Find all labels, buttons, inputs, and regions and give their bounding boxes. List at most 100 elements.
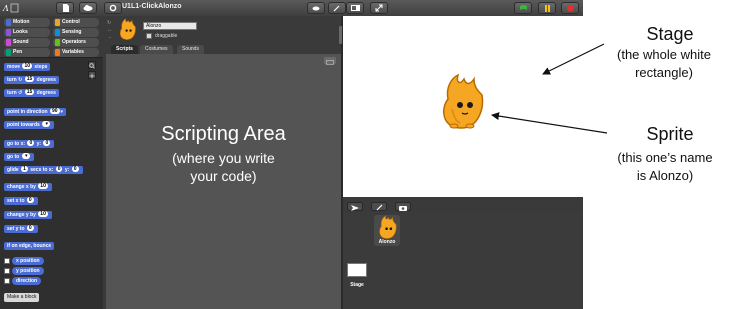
- block-turn-counterclockwise[interactable]: turn ↺ 15 degrees: [4, 89, 59, 97]
- operators-swatch: [55, 39, 60, 46]
- dropdown-arrow-icon: ▾: [60, 109, 64, 115]
- block-go-to-xy[interactable]: go to x: 0 y: 0: [4, 140, 55, 148]
- layout-icon: [350, 5, 360, 11]
- make-a-block-button[interactable]: Make a block: [4, 293, 40, 302]
- block-text: set x to: [7, 198, 25, 204]
- category-label: Sensing: [62, 29, 82, 35]
- degrees-input[interactable]: 15: [24, 76, 35, 82]
- reporter-direction[interactable]: direction: [12, 277, 42, 285]
- presentation-mode-button[interactable]: [370, 2, 388, 14]
- block-turn-clockwise[interactable]: turn ↻ 15 degrees: [4, 76, 59, 84]
- category-control[interactable]: Control: [53, 18, 99, 27]
- pause-button[interactable]: [538, 2, 556, 14]
- rotate-icon[interactable]: ↻: [107, 20, 113, 27]
- rotate-ccw-icon: ↺: [18, 90, 23, 96]
- target-dropdown[interactable]: ▾: [21, 153, 30, 159]
- x-input[interactable]: 10: [38, 183, 48, 189]
- steps-input[interactable]: 10: [22, 63, 33, 69]
- block-glide[interactable]: glide 1 secs to x: 0 y: 0: [4, 166, 83, 174]
- block-text: turn: [7, 90, 17, 96]
- flag-icon: [519, 0, 528, 17]
- cloud-icon: [312, 5, 320, 11]
- block-point-in-direction[interactable]: point in direction 90 ▾: [4, 108, 67, 116]
- file-menu-button[interactable]: [56, 2, 74, 14]
- alonzo-sprite[interactable]: [438, 73, 484, 129]
- annotation-sprite-note-1: (this one’s name: [617, 150, 713, 165]
- reporter-x-position[interactable]: x position: [12, 257, 44, 265]
- corral-stage-thumbnail[interactable]: [347, 263, 367, 277]
- category-motion[interactable]: Motion: [4, 18, 50, 27]
- annotation-sprite-title: Sprite: [646, 124, 694, 144]
- control-swatch: [55, 19, 60, 26]
- annotation-stage-note-2: rectangle): [635, 65, 693, 80]
- category-sound[interactable]: Sound: [4, 38, 50, 47]
- category-pen[interactable]: Pen: [4, 48, 50, 57]
- block-set-y[interactable]: set y to 0: [4, 225, 38, 233]
- draggable-checkbox[interactable]: [146, 33, 152, 39]
- y-input[interactable]: 10: [38, 211, 48, 217]
- direction-dropdown[interactable]: 90: [49, 108, 60, 114]
- y-input[interactable]: 0: [71, 166, 79, 172]
- camera-sprite-button[interactable]: [395, 202, 411, 211]
- tab-sounds[interactable]: Sounds: [177, 45, 204, 54]
- green-flag-button[interactable]: [514, 2, 532, 14]
- block-change-x[interactable]: change x by 10: [4, 183, 52, 191]
- tab-costumes[interactable]: Costumes: [140, 45, 173, 54]
- no-rotate-icon[interactable]: →: [107, 34, 113, 41]
- category-sensing[interactable]: Sensing: [53, 28, 99, 37]
- scripting-area[interactable]: Scripting Area (where you write your cod…: [106, 54, 341, 309]
- block-text: steps: [34, 64, 48, 70]
- block-if-on-edge-bounce[interactable]: if on edge, bounce: [4, 242, 55, 250]
- block-set-x[interactable]: set x to 0: [4, 197, 38, 205]
- block-text: point in direction: [7, 109, 48, 115]
- reporter-y-position[interactable]: y position: [12, 267, 44, 275]
- block-text: degrees: [36, 90, 56, 96]
- flip-icon[interactable]: ↔: [107, 27, 113, 34]
- block-text: if on edge, bounce: [7, 243, 52, 249]
- direction-checkbox[interactable]: [4, 278, 10, 284]
- snap-logo[interactable]: Λ: [2, 1, 20, 15]
- alonzo-icon: [443, 73, 484, 129]
- y-input[interactable]: 0: [26, 225, 34, 231]
- x-input[interactable]: 0: [26, 197, 34, 203]
- block-change-y[interactable]: change y by 10: [4, 211, 52, 219]
- secs-input[interactable]: 1: [21, 166, 28, 172]
- category-operators[interactable]: Operators: [53, 38, 99, 47]
- cloud-toggle-button[interactable]: [307, 2, 325, 14]
- stop-sign-icon: [566, 0, 574, 17]
- tab-scripts[interactable]: Scripts: [111, 45, 138, 54]
- scripting-area-subtitle-1: (where you write: [172, 150, 275, 166]
- block-text: change x by: [7, 184, 36, 190]
- x-position-checkbox[interactable]: [4, 258, 10, 264]
- paint-sprite-button[interactable]: [371, 202, 387, 211]
- sprite-name-field[interactable]: Alonzo: [143, 22, 197, 30]
- block-point-towards[interactable]: point towards ▾: [4, 121, 55, 129]
- svg-text:Λ: Λ: [2, 4, 9, 13]
- category-looks[interactable]: Looks: [4, 28, 50, 37]
- snap-editor: Λ U1L1-ClickAlonzo Motion Control Looks …: [0, 0, 583, 309]
- variables-swatch: [55, 49, 60, 56]
- stage[interactable]: [343, 16, 583, 197]
- category-label: Motion: [13, 19, 30, 25]
- add-turtle-button[interactable]: [347, 202, 363, 211]
- block-text: degrees: [36, 77, 56, 83]
- x-input[interactable]: 0: [27, 140, 35, 146]
- x-input[interactable]: 0: [55, 166, 63, 172]
- turbo-toggle-button[interactable]: [328, 2, 346, 14]
- pane-resize-handle[interactable]: [339, 26, 342, 44]
- target-dropdown[interactable]: ▾: [42, 121, 51, 127]
- y-input[interactable]: 0: [43, 140, 51, 146]
- cloud-menu-button[interactable]: [79, 2, 97, 14]
- sound-swatch: [6, 39, 11, 46]
- stop-button[interactable]: [561, 2, 579, 14]
- plus-icon: [89, 66, 95, 84]
- keyboard-entry-button[interactable]: [324, 57, 336, 65]
- degrees-input[interactable]: 15: [24, 89, 35, 95]
- add-block-button[interactable]: [88, 71, 96, 79]
- blocks-list: move 10 steps turn ↻ 15 degrees turn ↺ 1…: [0, 58, 103, 309]
- settings-menu-button[interactable]: [104, 2, 122, 14]
- block-go-to[interactable]: go to ▾: [4, 153, 34, 161]
- block-move-steps[interactable]: move 10 steps: [4, 63, 51, 71]
- y-position-checkbox[interactable]: [4, 268, 10, 274]
- stage-size-button[interactable]: [346, 2, 364, 14]
